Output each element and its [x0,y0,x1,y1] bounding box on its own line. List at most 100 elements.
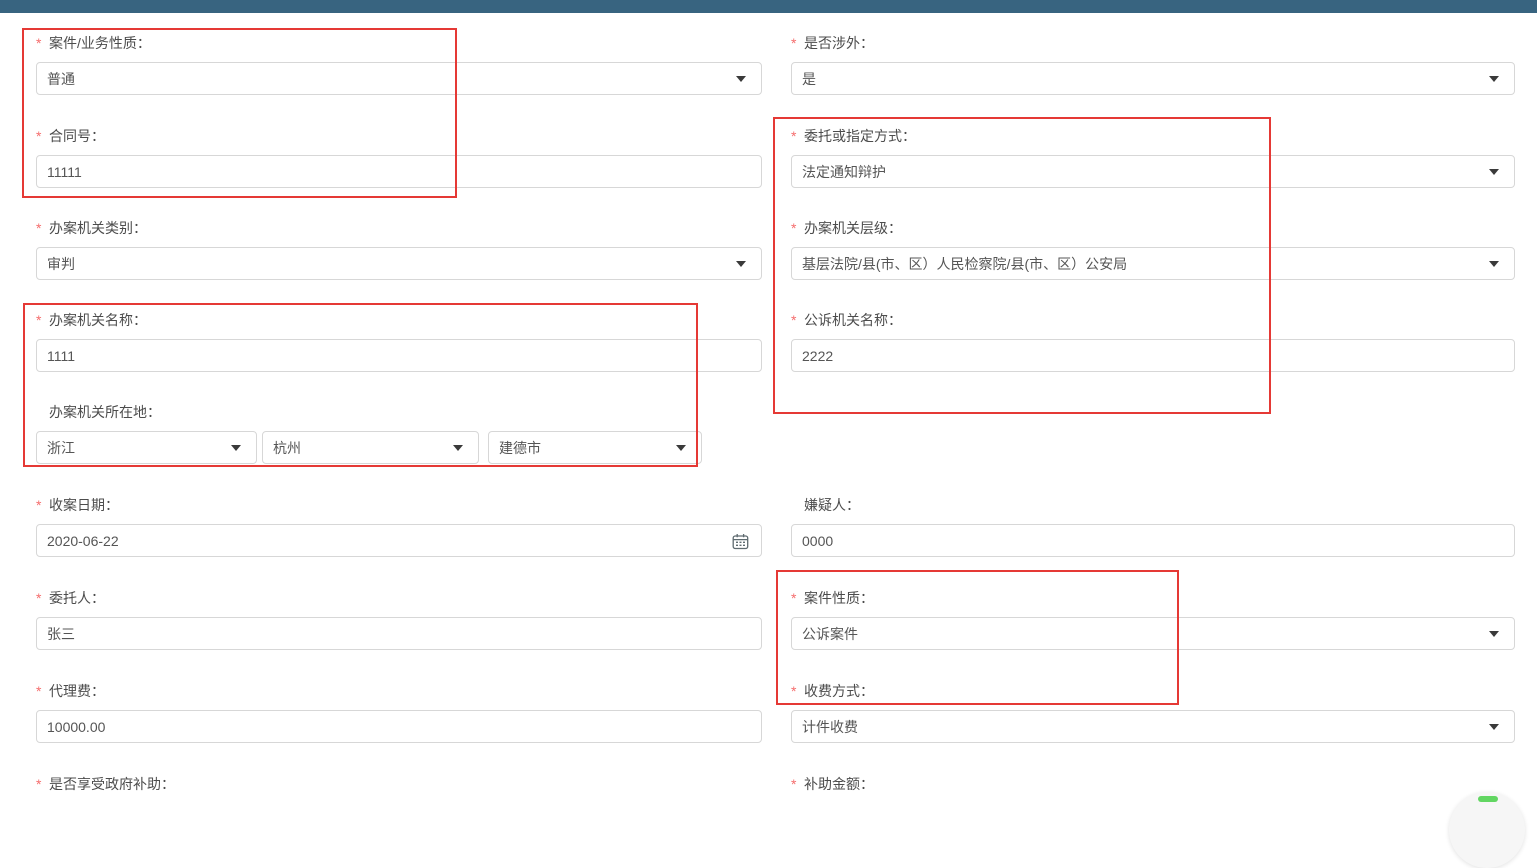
agency-location-select-group: 浙江 杭州 建德市 [36,431,762,464]
field-label-row: * 委托或指定方式： [791,128,1515,144]
entrust-method-select[interactable]: 法定通知辩护 [791,155,1515,188]
chevron-down-icon [453,445,463,451]
field-label-row: * 办案机关类别： [36,220,762,236]
field-label: 代理费： [49,683,105,699]
fee-method-select[interactable]: 计件收费 [791,710,1515,743]
field-label: 收案日期： [49,497,119,513]
contract-number-input[interactable]: 11111 [36,155,762,188]
field-label: 合同号： [49,128,105,144]
required-asterisk: * [36,497,44,513]
chevron-down-icon [1489,261,1499,267]
agency-name-input[interactable]: 1111 [36,339,762,372]
field-suspect: 嫌疑人： 0000 [791,497,1515,557]
field-label: 公诉机关名称： [804,312,902,328]
chevron-down-icon [676,445,686,451]
input-value: 2222 [802,348,833,364]
required-asterisk: * [36,35,44,51]
district-select[interactable]: 建德市 [488,431,702,464]
field-case-nature: * 案件性质： 公诉案件 [791,590,1515,650]
chevron-down-icon [736,76,746,82]
field-label: 案件性质： [804,590,874,606]
chevron-down-icon [1489,76,1499,82]
field-label-row: *办案机关层级： [791,220,1515,236]
field-prosecution-agency-name: * 公诉机关名称： 2222 [791,312,1515,372]
input-value: 张三 [47,624,75,644]
field-label: 是否享受政府补助： [49,776,175,792]
field-label-row: * 办案机关名称： [36,312,762,328]
field-label: 补助金额： [804,776,874,792]
required-asterisk: * [791,590,799,606]
required-asterisk: * [791,128,799,144]
required-asterisk: * [791,35,799,51]
field-label: 案件/业务性质： [49,35,151,51]
required-asterisk: * [36,220,44,236]
field-label: 办案机关所在地： [49,404,161,420]
top-navigation-bar [0,0,1537,13]
field-label-row: 嫌疑人： [791,497,1515,513]
required-asterisk: * [36,776,44,792]
case-business-nature-select[interactable]: 普通 [36,62,762,95]
field-case-business-nature: * 案件/业务性质： 普通 [36,35,762,95]
field-agency-name: * 办案机关名称： 1111 [36,312,762,372]
input-value: 11111 [47,164,82,180]
field-agency-location: 办案机关所在地： 浙江 杭州 建德市 [36,404,762,464]
field-label-row: * 收案日期： [36,497,762,513]
city-select[interactable]: 杭州 [262,431,479,464]
field-agency-level: *办案机关层级： 基层法院/县(市、区）人民检察院/县(市、区）公安局 [791,220,1515,280]
foreign-related-select[interactable]: 是 [791,62,1515,95]
field-label: 办案机关名称： [49,312,147,328]
prosecution-agency-name-input[interactable]: 2222 [791,339,1515,372]
required-asterisk: * [36,683,44,699]
required-asterisk: * [36,312,44,328]
chevron-down-icon [1489,724,1499,730]
selected-value: 公诉案件 [802,624,858,644]
selected-value: 建德市 [499,438,541,458]
required-asterisk: * [791,312,799,328]
chevron-down-icon [231,445,241,451]
field-label-row: *合同号： [36,128,762,144]
selected-value: 计件收费 [802,717,858,737]
agency-level-select[interactable]: 基层法院/县(市、区）人民检察院/县(市、区）公安局 [791,247,1515,280]
field-agency-category: * 办案机关类别： 审判 [36,220,762,280]
case-nature-select[interactable]: 公诉案件 [791,617,1515,650]
agency-category-select[interactable]: 审判 [36,247,762,280]
selected-value: 是 [802,69,816,89]
required-asterisk: * [36,590,44,606]
chevron-down-icon [1489,169,1499,175]
required-asterisk: * [791,220,799,236]
field-label: 收费方式： [804,683,874,699]
field-subsidy-amount: *补助金额： [791,776,1515,792]
client-input[interactable]: 张三 [36,617,762,650]
required-asterisk: * [791,683,799,699]
field-label-row: * 案件/业务性质： [36,35,762,51]
province-select[interactable]: 浙江 [36,431,257,464]
field-label-row: 办案机关所在地： [36,404,762,420]
selected-value: 基层法院/县(市、区）人民检察院/县(市、区）公安局 [802,254,1127,274]
selected-value: 浙江 [47,438,75,458]
suspect-input[interactable]: 0000 [791,524,1515,557]
field-contract-number: *合同号： 11111 [36,128,762,188]
input-value: 0000 [802,533,833,549]
field-label: 办案机关类别： [49,220,147,236]
field-entrust-method: * 委托或指定方式： 法定通知辩护 [791,128,1515,188]
field-label: 委托人： [49,590,105,606]
selected-value: 普通 [47,69,75,89]
field-label: 嫌疑人： [804,497,860,513]
case-receipt-date-input[interactable]: 2020-06-22 [36,524,762,557]
field-label-row: * 是否享受政府补助： [36,776,762,792]
calendar-icon[interactable] [732,533,749,553]
field-government-subsidy: * 是否享受政府补助： [36,776,762,792]
input-value: 10000.00 [47,719,105,735]
field-label: 是否涉外： [804,35,874,51]
input-value: 1111 [47,348,75,364]
field-label-row: * 代理费： [36,683,762,699]
agency-fee-input[interactable]: 10000.00 [36,710,762,743]
field-fee-method: * 收费方式： 计件收费 [791,683,1515,743]
floating-action-button-peek[interactable] [1449,792,1525,868]
field-label: 委托或指定方式： [804,128,916,144]
selected-value: 审判 [47,254,75,274]
field-agency-fee: * 代理费： 10000.00 [36,683,762,743]
field-foreign-related: * 是否涉外： 是 [791,35,1515,95]
chevron-down-icon [1489,631,1499,637]
field-label-row: * 公诉机关名称： [791,312,1515,328]
